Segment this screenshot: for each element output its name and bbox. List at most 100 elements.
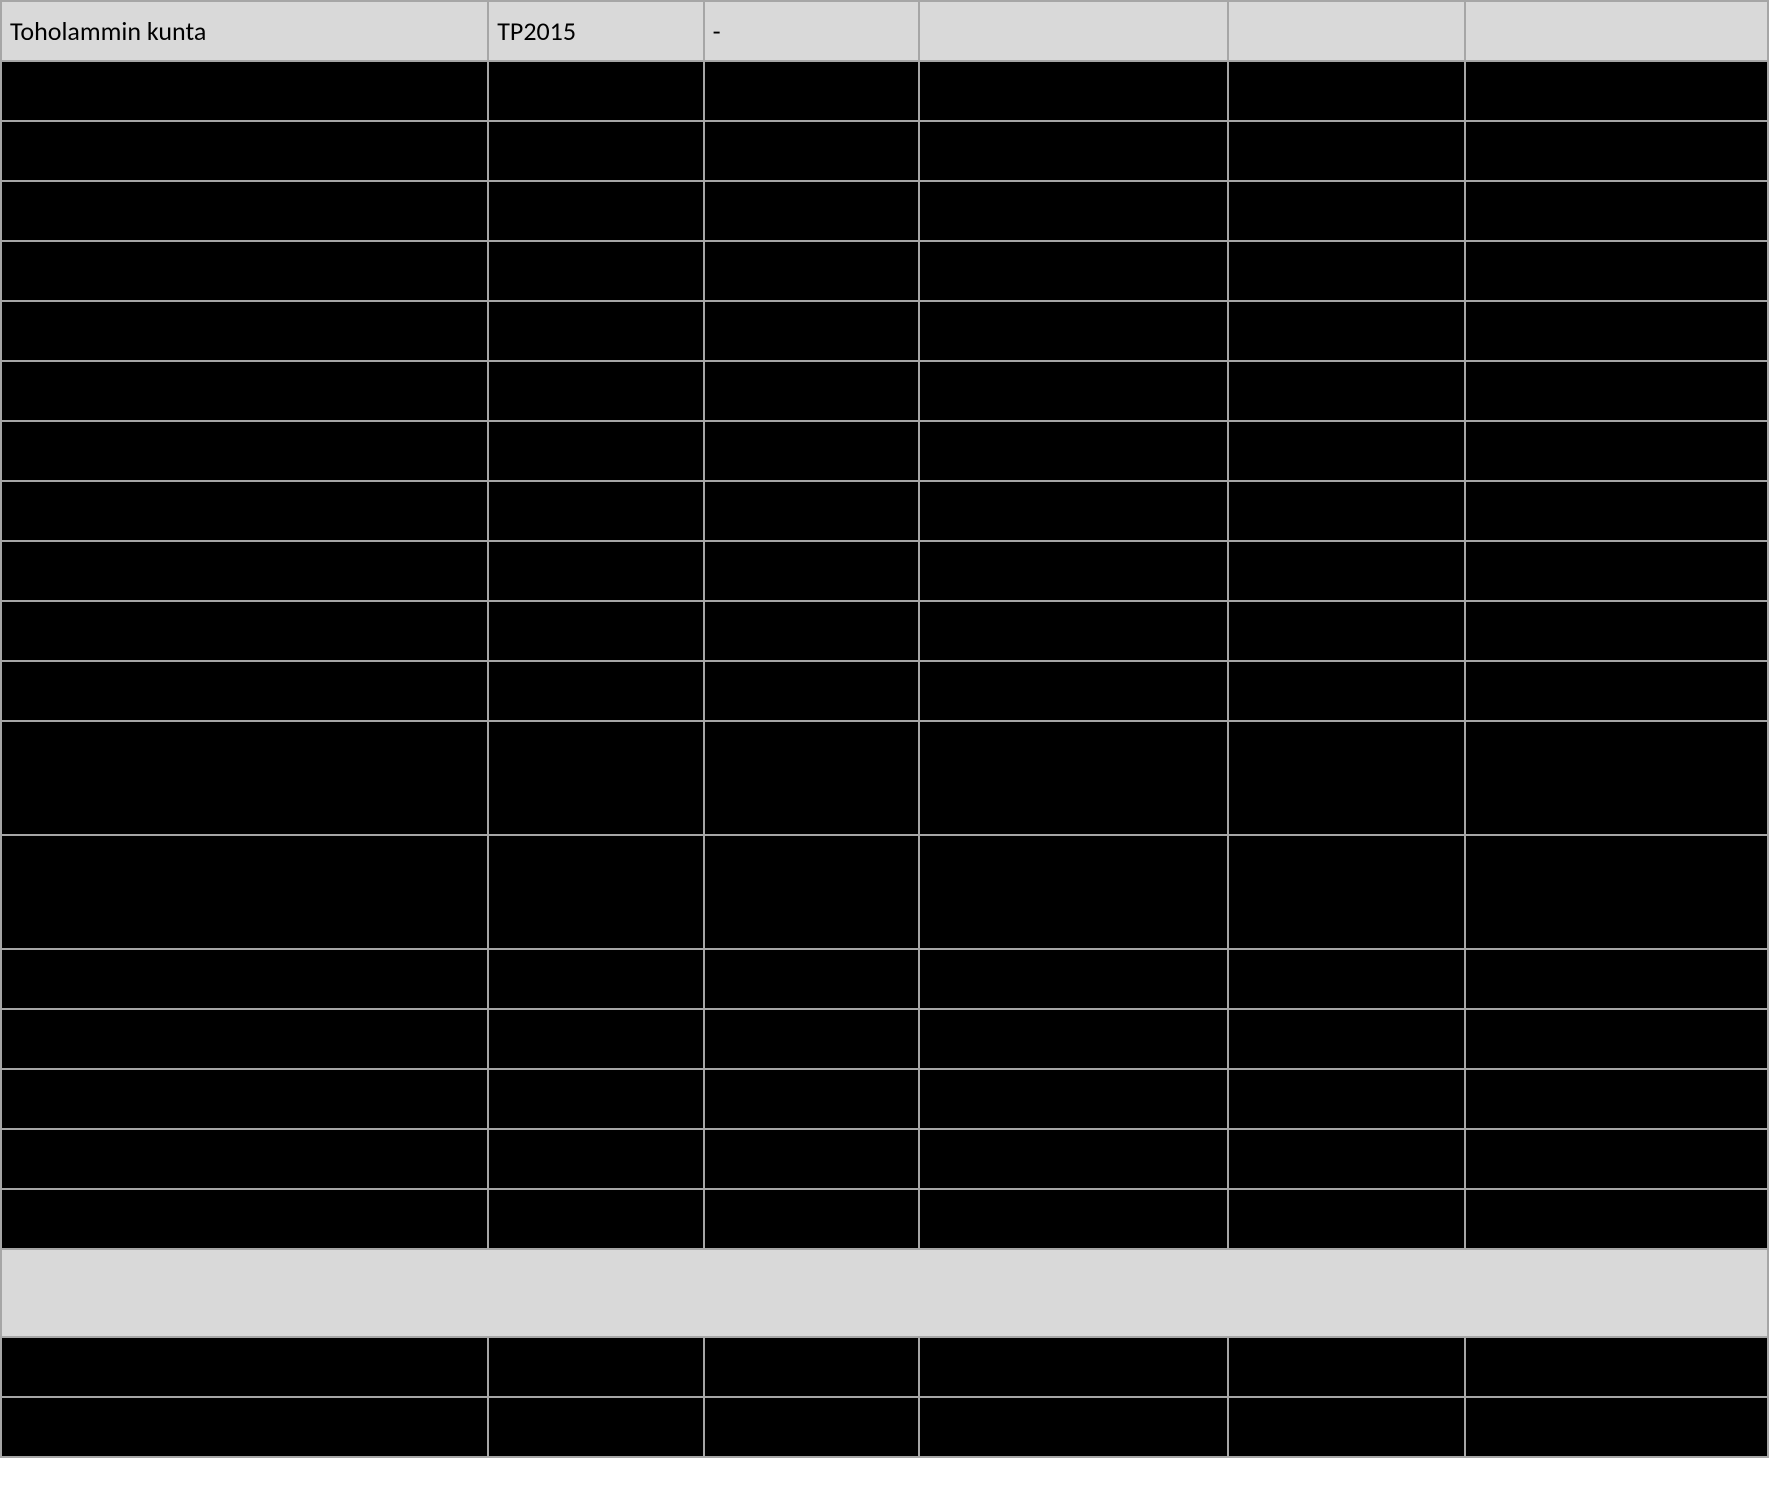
row-value — [704, 949, 919, 1009]
row-value — [704, 1337, 919, 1397]
row-label — [1, 1009, 488, 1069]
row-value — [488, 721, 703, 835]
row-label — [1, 1069, 488, 1129]
row-value — [1465, 361, 1768, 421]
table-row — [1, 1009, 1768, 1069]
row-value — [1465, 1129, 1768, 1189]
row-value — [1228, 601, 1464, 661]
row-label — [1, 481, 488, 541]
row-value — [1465, 1189, 1768, 1249]
table-row — [1, 601, 1768, 661]
row-value — [704, 301, 919, 361]
row-value — [1465, 721, 1768, 835]
row-value — [919, 1337, 1228, 1397]
row-label — [1, 1189, 488, 1249]
row-label — [1, 1129, 488, 1189]
row-value — [919, 1009, 1228, 1069]
header-col-1: TP2015 — [488, 1, 703, 61]
row-value — [488, 601, 703, 661]
table-row — [1, 421, 1768, 481]
section-spacer — [1, 1249, 1768, 1337]
row-value — [1228, 1129, 1464, 1189]
table-row — [1, 1337, 1768, 1397]
row-label — [1, 835, 488, 949]
row-value — [1228, 949, 1464, 1009]
row-value — [1465, 241, 1768, 301]
table-row — [1, 541, 1768, 601]
row-value — [1228, 1397, 1464, 1457]
row-value — [919, 361, 1228, 421]
row-value — [1228, 661, 1464, 721]
row-value — [919, 481, 1228, 541]
row-value — [1228, 121, 1464, 181]
header-title: Toholammin kunta — [1, 1, 488, 61]
row-value — [488, 181, 703, 241]
row-value — [1465, 301, 1768, 361]
row-value — [704, 1189, 919, 1249]
row-value — [488, 121, 703, 181]
row-value — [488, 361, 703, 421]
row-value — [919, 1069, 1228, 1129]
row-label — [1, 1397, 488, 1457]
row-value — [919, 949, 1228, 1009]
row-value — [704, 721, 919, 835]
row-value — [488, 1009, 703, 1069]
row-value — [1465, 181, 1768, 241]
row-value — [704, 661, 919, 721]
row-value — [919, 1397, 1228, 1457]
row-value — [919, 121, 1228, 181]
row-value — [1228, 835, 1464, 949]
row-value — [1465, 601, 1768, 661]
table-row — [1, 361, 1768, 421]
row-value — [1465, 949, 1768, 1009]
row-value — [704, 541, 919, 601]
table-row — [1, 241, 1768, 301]
table-row — [1, 1397, 1768, 1457]
row-value — [1465, 1337, 1768, 1397]
row-value — [704, 601, 919, 661]
table-row — [1, 481, 1768, 541]
table-row — [1, 301, 1768, 361]
row-value — [704, 181, 919, 241]
row-value — [919, 541, 1228, 601]
row-value — [919, 721, 1228, 835]
header-col-5 — [1465, 1, 1768, 61]
row-label — [1, 541, 488, 601]
row-value — [704, 121, 919, 181]
row-value — [704, 1069, 919, 1129]
row-value — [919, 1129, 1228, 1189]
row-value — [488, 541, 703, 601]
row-value — [919, 661, 1228, 721]
row-value — [919, 835, 1228, 949]
row-value — [488, 1189, 703, 1249]
row-value — [704, 361, 919, 421]
row-label — [1, 241, 488, 301]
row-value — [488, 949, 703, 1009]
table-row — [1, 949, 1768, 1009]
table-row — [1, 835, 1768, 949]
row-value — [704, 481, 919, 541]
row-value — [1228, 721, 1464, 835]
row-value — [704, 241, 919, 301]
row-value — [1228, 61, 1464, 121]
row-value — [488, 301, 703, 361]
row-value — [488, 1129, 703, 1189]
row-value — [488, 1397, 703, 1457]
row-value — [919, 1189, 1228, 1249]
row-value — [1228, 421, 1464, 481]
row-value — [488, 661, 703, 721]
row-value — [1228, 1189, 1464, 1249]
row-value — [919, 241, 1228, 301]
row-value — [1465, 1069, 1768, 1129]
table-row — [1, 1129, 1768, 1189]
table-row — [1, 1069, 1768, 1129]
row-label — [1, 61, 488, 121]
row-value — [919, 601, 1228, 661]
row-label — [1, 121, 488, 181]
table-row — [1, 1189, 1768, 1249]
row-value — [1465, 1009, 1768, 1069]
row-label — [1, 661, 488, 721]
row-value — [1465, 61, 1768, 121]
spacer-cell — [1, 1249, 1768, 1337]
row-value — [1228, 1069, 1464, 1129]
